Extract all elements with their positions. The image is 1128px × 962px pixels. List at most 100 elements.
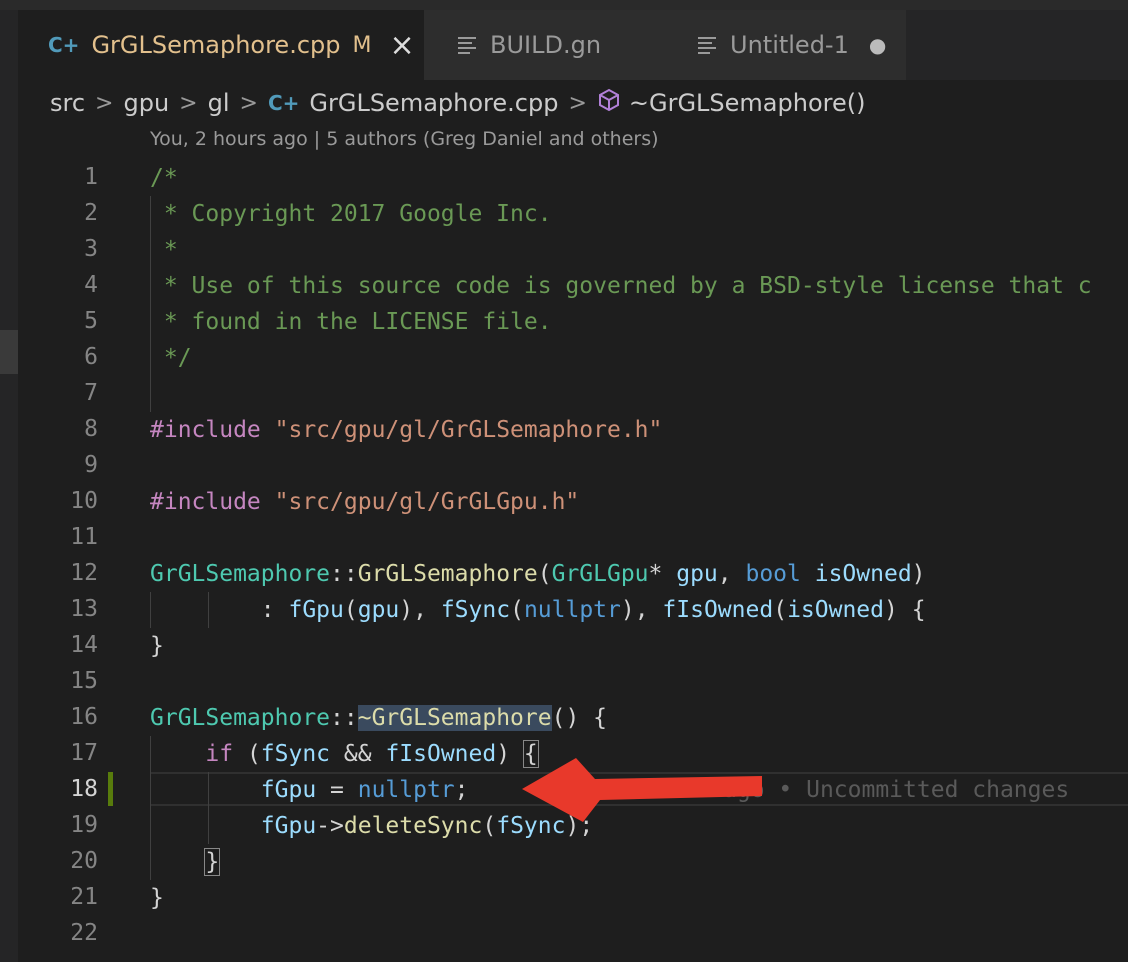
paren: (	[537, 561, 552, 587]
punct: )	[496, 741, 524, 767]
punct: ),	[399, 597, 441, 623]
code-line-19[interactable]: fGpu->deleteSync(fSync);	[150, 808, 593, 844]
string-literal: "src/gpu/gl/GrGLGpu.h"	[274, 489, 580, 515]
pointer: *	[648, 561, 677, 587]
line-number[interactable]: 21	[0, 884, 98, 910]
punct: ) {	[884, 597, 926, 623]
line-number[interactable]: 6	[0, 344, 98, 370]
matched-bracket: {	[522, 740, 539, 768]
code-line-6[interactable]: */	[150, 340, 192, 376]
code-line-1[interactable]: /*	[150, 160, 178, 196]
line-number[interactable]: 16	[0, 704, 98, 730]
paren: (	[773, 597, 788, 623]
class-name: GrGLSemaphore	[150, 561, 331, 587]
chevron-right-icon: >	[568, 90, 587, 116]
line-number[interactable]: 10	[0, 488, 98, 514]
tab-grglsemaphore-cpp[interactable]: C+ GrGLSemaphore.cpp M ×	[18, 10, 424, 80]
param: isOwned	[814, 561, 912, 587]
destructor-name-selected: ~GrGLSemaphore	[357, 705, 552, 731]
matched-bracket: }	[204, 848, 221, 876]
arg: gpu	[357, 597, 400, 623]
line-number[interactable]: 20	[0, 848, 98, 874]
paren: (	[510, 597, 524, 623]
unsaved-dot-icon[interactable]: ●	[869, 33, 886, 57]
line-number[interactable]: 22	[0, 920, 98, 946]
breadcrumb-item-file[interactable]: GrGLSemaphore.cpp	[309, 89, 558, 117]
breadcrumb-item-symbol[interactable]: ~GrGLSemaphore()	[629, 89, 866, 117]
text-lines-icon	[698, 37, 716, 54]
type-keyword: bool	[745, 561, 801, 587]
code-line-21[interactable]: }	[150, 880, 164, 916]
code-line-2[interactable]: * Copyright 2017 Google Inc.	[150, 196, 552, 232]
tab-build-gn[interactable]: BUILD.gn	[424, 10, 664, 80]
type-name: GrGLGpu	[551, 561, 649, 587]
code-line-5[interactable]: * found in the LICENSE file.	[150, 304, 552, 340]
line-number[interactable]: 15	[0, 668, 98, 694]
code-line-18[interactable]: fGpu = nullptr;	[150, 772, 469, 808]
line-number[interactable]: 14	[0, 632, 98, 658]
member: fSync	[440, 597, 511, 623]
cpp-file-icon: C+	[267, 91, 300, 115]
line-number[interactable]: 2	[0, 200, 98, 226]
operator: ->	[316, 813, 344, 839]
code-line-8[interactable]: #include "src/gpu/gl/GrGLSemaphore.h"	[150, 412, 662, 448]
paren: (	[343, 597, 358, 623]
line-number[interactable]: 12	[0, 560, 98, 586]
comma: ,	[717, 561, 746, 587]
line-number[interactable]: 11	[0, 524, 98, 550]
code-line-17[interactable]: if (fSync && fIsOwned) {	[150, 736, 539, 772]
code-line-12[interactable]: GrGLSemaphore::GrGLSemaphore(GrGLGpu* gp…	[150, 556, 926, 592]
line-number[interactable]: 13	[0, 596, 98, 622]
code-line-14[interactable]: }	[150, 628, 164, 664]
code-line-10[interactable]: #include "src/gpu/gl/GrGLGpu.h"	[150, 484, 579, 520]
punct: () {	[551, 705, 607, 731]
tab-label: GrGLSemaphore.cpp	[91, 31, 341, 59]
line-number[interactable]: 8	[0, 416, 98, 442]
operator: =	[316, 777, 358, 803]
close-icon[interactable]: ×	[389, 28, 414, 63]
member: fSync	[260, 741, 331, 767]
code-line-20[interactable]: }	[150, 844, 221, 880]
line-number[interactable]: 5	[0, 308, 98, 334]
line-number[interactable]: 3	[0, 236, 98, 262]
inline-blame[interactable]: You, 2 hours ago • Uncommitted changes	[543, 772, 1069, 808]
line-number[interactable]: 4	[0, 272, 98, 298]
chevron-right-icon: >	[179, 90, 198, 116]
breadcrumb-item-src[interactable]: src	[50, 89, 85, 117]
codelens-authors[interactable]: You, 2 hours ago | 5 authors (Greg Danie…	[150, 128, 659, 150]
modified-badge: M	[352, 32, 372, 58]
scope-operator: ::	[330, 705, 358, 731]
code-line-4[interactable]: * Use of this source code is governed by…	[150, 268, 1092, 304]
breadcrumb-item-gl[interactable]: gl	[208, 89, 230, 117]
param: gpu	[676, 561, 718, 587]
code-line-3[interactable]: *	[150, 232, 178, 268]
code-line-16[interactable]: GrGLSemaphore::~GrGLSemaphore() {	[150, 700, 607, 736]
nullptr-keyword: nullptr	[357, 777, 455, 803]
initializer-lead: :	[150, 597, 289, 623]
line-number[interactable]: 19	[0, 812, 98, 838]
keyword: #include	[150, 489, 261, 515]
punct: );	[565, 813, 594, 839]
line-number[interactable]: 1	[0, 164, 98, 190]
method-cube-icon	[597, 88, 621, 118]
line-number[interactable]: 7	[0, 380, 98, 406]
punct: ;	[454, 777, 469, 803]
git-modified-gutter-bar[interactable]	[108, 772, 113, 806]
line-number[interactable]: 18	[0, 776, 98, 802]
punct: ),	[620, 597, 663, 623]
keyword: #include	[150, 417, 261, 443]
breadcrumb-item-gpu[interactable]: gpu	[123, 89, 169, 117]
line-number[interactable]: 9	[0, 452, 98, 478]
chevron-right-icon: >	[239, 90, 258, 116]
line-number[interactable]: 17	[0, 740, 98, 766]
arg: fSync	[496, 813, 566, 839]
tab-untitled-1[interactable]: Untitled-1 ●	[664, 10, 906, 80]
member: fGpu	[288, 597, 344, 623]
code-line-13[interactable]: : fGpu(gpu), fSync(nullptr), fIsOwned(is…	[150, 592, 926, 628]
function-name: deleteSync	[343, 813, 483, 839]
